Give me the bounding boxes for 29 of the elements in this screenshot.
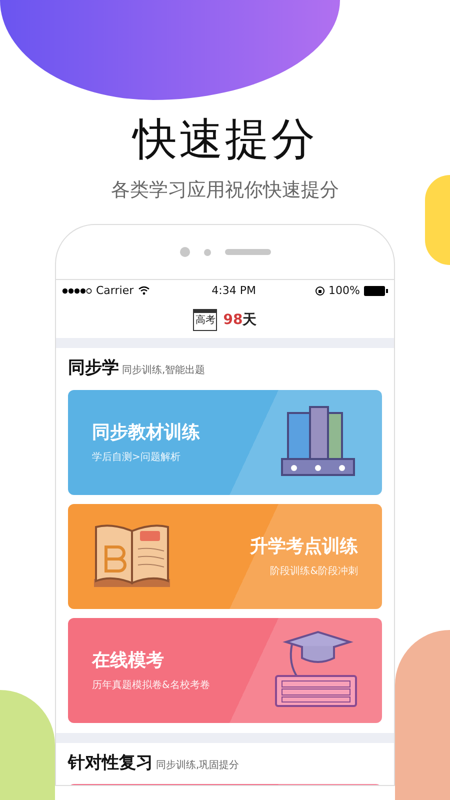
camera-dot (180, 247, 190, 257)
section-subtitle: 同步训练,智能出题 (122, 364, 206, 378)
battery-icon (364, 286, 388, 296)
graduation-cap-keyboard-icon (274, 630, 358, 710)
signal-icon (62, 288, 92, 294)
battery-percent: 100% (328, 282, 360, 299)
calendar-icon: 高考 (193, 309, 218, 331)
speaker-grille (224, 249, 270, 255)
wifi-icon (138, 286, 150, 296)
card-title: 升学考点训练 (250, 535, 358, 559)
subtitle: 各类学习应用祝你快速提分 (110, 178, 340, 203)
card-title: 在线模考 (92, 649, 165, 673)
section-title: 针对性复习 (68, 752, 153, 774)
card-subtitle: 阶段训练&阶段冲刺 (270, 564, 358, 579)
feature-card[interactable]: 升学考点训练 阶段训练&阶段冲刺 (68, 504, 382, 608)
card-subtitle: 学后自测>问题解析 (92, 450, 182, 465)
card-subtitle: 历年真题模拟卷&名校考卷 (92, 678, 210, 693)
open-book-icon (92, 523, 172, 589)
sensor-dot (204, 248, 210, 256)
feature-card[interactable]: 同步教材训练 学后自测>问题解析 (68, 390, 382, 494)
section-title: 同步学 (68, 357, 119, 380)
headline: 快速提分 (130, 113, 318, 167)
status-time: 4:34 PM (212, 282, 256, 299)
rotation-lock-icon (314, 286, 325, 296)
card-title: 同步教材训练 (92, 421, 200, 445)
section-subtitle: 同步训练,巩固提分 (156, 758, 240, 772)
feature-card[interactable]: 在线模考 历年真题模拟卷&名校考卷 (68, 618, 382, 722)
carrier-name: Carrier (96, 282, 134, 299)
countdown-text: 98天 (223, 310, 257, 330)
